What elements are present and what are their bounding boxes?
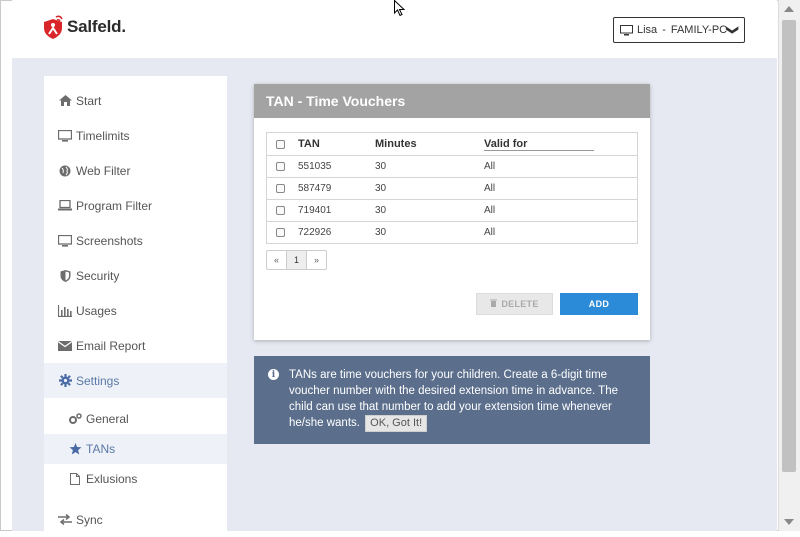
pagination-page-1[interactable]: 1	[287, 251, 307, 269]
info-text: TANs are time vouchers for your children…	[289, 369, 619, 429]
row-checkbox[interactable]	[276, 206, 285, 215]
row-checkbox[interactable]	[276, 184, 285, 193]
cell-tan: 587479	[298, 183, 332, 194]
table-header-row: TAN Minutes Valid for	[267, 133, 637, 155]
sidebar-item-start[interactable]: Start	[44, 83, 227, 118]
sidebar-subitem-exlusions[interactable]: Exlusions	[44, 464, 227, 494]
sidebar-subitem-label: General	[86, 412, 129, 426]
scroll-down-arrow-icon[interactable]	[784, 519, 794, 525]
cell-tan: 719401	[298, 205, 332, 216]
sidebar-item-email-report[interactable]: Email Report	[44, 328, 227, 363]
brand-name: Salfeld.	[67, 17, 126, 36]
shield-icon	[56, 269, 74, 282]
sidebar-item-screenshots[interactable]: Screenshots	[44, 223, 227, 258]
column-header-tan[interactable]: TAN	[298, 138, 375, 150]
exchange-icon	[56, 514, 74, 525]
shield-logo-icon	[44, 15, 63, 39]
card-title: TAN - Time Vouchers	[254, 84, 650, 118]
cell-valid-for: All	[484, 161, 496, 172]
vertical-scrollbar[interactable]	[778, 0, 800, 531]
row-checkbox[interactable]	[276, 162, 285, 171]
sidebar-item-usages[interactable]: Usages	[44, 293, 227, 328]
file-icon	[66, 473, 84, 485]
tan-card: TAN - Time Vouchers TAN Minutes Valid fo…	[254, 84, 650, 340]
column-header-valid-for[interactable]: Valid for	[484, 138, 594, 151]
envelope-icon	[56, 340, 74, 351]
trash-icon	[490, 299, 498, 309]
sidebar-item-label: Screenshots	[76, 233, 143, 248]
row-checkbox[interactable]	[276, 228, 285, 237]
tan-table: TAN Minutes Valid for 551035 30 All 5874…	[266, 132, 638, 244]
sidebar-item-label: Sync	[76, 512, 103, 527]
monitor-icon	[56, 129, 74, 142]
cell-valid-for: All	[484, 205, 496, 216]
column-header-minutes[interactable]: Minutes	[375, 138, 484, 150]
delete-label: DELETE	[501, 299, 539, 309]
sidebar-item-sync[interactable]: Sync	[44, 502, 227, 537]
table-row[interactable]: 719401 30 All	[267, 199, 637, 221]
table-row[interactable]: 587479 30 All	[267, 177, 637, 199]
sidebar-item-label: Settings	[76, 373, 120, 388]
sidebar-item-label: Usages	[76, 303, 117, 318]
monitor-icon	[56, 234, 74, 247]
sidebar-item-settings[interactable]: Settings	[44, 363, 227, 398]
sidebar-item-label: Web Filter	[76, 163, 131, 178]
sidebar-item-label: Timelimits	[76, 128, 130, 143]
cell-minutes: 30	[375, 161, 387, 172]
cell-valid-for: All	[484, 183, 496, 194]
gears-icon	[66, 413, 84, 425]
info-box: i TANs are time vouchers for your childr…	[254, 356, 650, 444]
user-device-select[interactable]: Lisa - FAMILY-PC ❯	[613, 17, 745, 43]
cell-tan: 551035	[298, 161, 332, 172]
cell-valid-for: All	[484, 227, 496, 238]
pagination-prev[interactable]: «	[267, 251, 287, 269]
sidebar-subitem-label: TANs	[86, 442, 116, 456]
user-name: Lisa	[637, 24, 658, 36]
sidebar-item-web-filter[interactable]: Web Filter	[44, 153, 227, 188]
salfeld-logo[interactable]: Salfeld.	[42, 14, 126, 40]
select-all-checkbox[interactable]	[276, 139, 285, 149]
laptop-icon	[56, 200, 74, 211]
mouse-cursor-icon	[394, 0, 405, 17]
content-area: Start Timelimits Web Filter Program Filt…	[12, 58, 777, 531]
info-icon: i	[268, 369, 279, 380]
sidebar-item-label: Email Report	[76, 338, 146, 353]
gear-icon	[56, 374, 74, 387]
scroll-up-arrow-icon[interactable]	[784, 6, 794, 12]
pagination-next[interactable]: »	[307, 251, 326, 269]
cell-minutes: 30	[375, 205, 387, 216]
sidebar: Start Timelimits Web Filter Program Filt…	[44, 76, 227, 531]
cell-minutes: 30	[375, 183, 387, 194]
sidebar-item-timelimits[interactable]: Timelimits	[44, 118, 227, 153]
monitor-icon	[620, 24, 633, 35]
sidebar-subitem-tans[interactable]: TANs	[44, 434, 227, 464]
chevron-down-icon: ❯	[725, 24, 740, 36]
sidebar-item-label: Program Filter	[76, 198, 153, 213]
cell-minutes: 30	[375, 227, 387, 238]
ok-got-it-button[interactable]: OK, Got It!	[365, 415, 428, 432]
globe-icon	[56, 165, 74, 177]
sidebar-item-label: Security	[76, 268, 120, 283]
pagination: « 1 »	[266, 250, 327, 270]
cell-tan: 722926	[298, 227, 332, 238]
add-button[interactable]: ADD	[560, 293, 638, 315]
sidebar-subitem-label: Exlusions	[86, 472, 138, 486]
user-separator: -	[662, 24, 666, 36]
star-icon	[66, 443, 84, 455]
home-icon	[56, 95, 74, 106]
sidebar-item-security[interactable]: Security	[44, 258, 227, 293]
bar-chart-icon	[56, 304, 74, 317]
delete-button[interactable]: DELETE	[476, 293, 553, 315]
scrollbar-thumb[interactable]	[782, 20, 796, 472]
sidebar-item-label: Start	[76, 93, 102, 108]
computer-name: FAMILY-PC	[670, 24, 728, 36]
sidebar-item-program-filter[interactable]: Program Filter	[44, 188, 227, 223]
table-row[interactable]: 722926 30 All	[267, 221, 637, 243]
table-row[interactable]: 551035 30 All	[267, 155, 637, 177]
sidebar-subitem-general[interactable]: General	[44, 404, 227, 434]
